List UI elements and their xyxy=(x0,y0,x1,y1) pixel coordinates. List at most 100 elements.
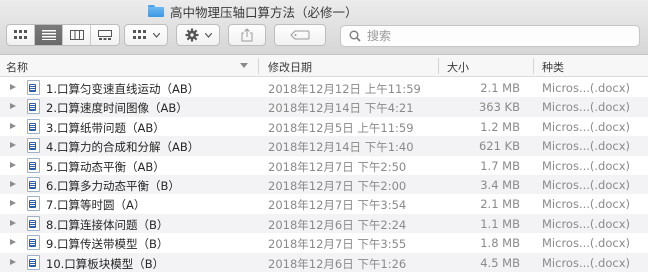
share-button[interactable] xyxy=(228,24,266,46)
disclosure-triangle-icon[interactable] xyxy=(10,142,16,149)
chevron-down-icon xyxy=(152,32,160,38)
column-date-header[interactable]: 修改日期 xyxy=(268,59,312,75)
file-row[interactable]: 4.口算力的合成和分解（AB） 2018年12月14日 下午1:40 621 K… xyxy=(0,136,648,156)
file-kind: Micros...(.docx) xyxy=(542,255,631,270)
column-size-header[interactable]: 大小 xyxy=(447,59,469,75)
file-size: 1.8 MB xyxy=(480,236,520,251)
column-header: 名称 修改日期 大小 种类 xyxy=(0,55,648,77)
view-mode-control[interactable] xyxy=(6,24,120,46)
file-size: 2.1 MB xyxy=(480,197,520,212)
disclosure-triangle-icon[interactable] xyxy=(10,258,16,265)
file-kind: Micros...(.docx) xyxy=(542,119,631,134)
title-bar: 高中物理压轴口算方法（必修一） xyxy=(0,0,648,22)
file-date: 2018年12月7日 下午2:00 xyxy=(268,178,407,193)
search-icon xyxy=(349,30,361,42)
file-date: 2018年12月7日 下午3:54 xyxy=(268,198,407,213)
file-name: 4.口算力的合成和分解（AB） xyxy=(46,140,200,155)
gallery-view-button[interactable] xyxy=(91,25,119,45)
file-size: 3.4 MB xyxy=(480,177,520,192)
file-size: 1.2 MB xyxy=(480,119,520,134)
word-document-icon xyxy=(27,157,40,173)
search-input[interactable] xyxy=(367,29,617,43)
chevron-down-icon xyxy=(204,32,212,38)
file-date: 2018年12月14日 下午4:21 xyxy=(268,101,414,116)
disclosure-triangle-icon[interactable] xyxy=(10,239,16,246)
disclosure-triangle-icon[interactable] xyxy=(10,84,16,90)
column-view-button[interactable] xyxy=(63,25,91,45)
file-size: 1.1 MB xyxy=(480,216,520,231)
tag-button[interactable] xyxy=(274,24,326,46)
disclosure-triangle-icon[interactable] xyxy=(10,180,16,187)
file-name: 2.口算速度时间图像（AB） xyxy=(46,101,188,116)
file-kind: Micros...(.docx) xyxy=(542,236,631,251)
icon-view-button[interactable] xyxy=(7,25,35,45)
disclosure-triangle-icon[interactable] xyxy=(10,161,16,168)
file-date: 2018年12月6日 下午2:24 xyxy=(268,217,407,232)
word-document-icon xyxy=(27,138,40,154)
column-view-icon xyxy=(69,30,84,40)
file-date: 2018年12月14日 下午1:40 xyxy=(268,140,414,155)
disclosure-triangle-icon[interactable] xyxy=(10,103,16,110)
word-document-icon xyxy=(27,118,40,134)
file-row[interactable]: 1.口算匀变速直线运动（AB） 2018年12月12日 上午11:59 2.1 … xyxy=(0,78,648,97)
file-name: 3.口算纸带问题（AB） xyxy=(46,120,165,135)
file-list: 1.口算匀变速直线运动（AB） 2018年12月12日 上午11:59 2.1 … xyxy=(0,78,648,272)
list-view-button[interactable] xyxy=(35,25,63,45)
folder-icon xyxy=(148,5,164,17)
file-name: 1.口算匀变速直线运动（AB） xyxy=(46,82,200,96)
window-title: 高中物理压轴口算方法（必修一） xyxy=(148,3,358,20)
file-size: 2.1 MB xyxy=(480,81,520,95)
file-row[interactable]: 6.口算多力动态平衡（B） 2018年12月7日 下午2:00 3.4 MB M… xyxy=(0,174,648,195)
file-row[interactable]: 5.口算动态平衡（AB） 2018年12月7日 下午2:50 1.7 MB Mi… xyxy=(0,156,648,175)
word-document-icon xyxy=(27,215,40,231)
file-row[interactable]: 7.口算等时圆（A） 2018年12月7日 下午3:54 2.1 MB Micr… xyxy=(0,194,648,213)
column-divider[interactable] xyxy=(533,58,534,74)
file-name: 7.口算等时圆（A） xyxy=(46,198,146,213)
file-name: 6.口算多力动态平衡（B） xyxy=(46,178,180,193)
file-kind: Micros...(.docx) xyxy=(542,197,631,212)
file-size: 621 KB xyxy=(478,139,520,154)
column-kind-header[interactable]: 种类 xyxy=(542,59,564,75)
search-field[interactable] xyxy=(340,25,640,47)
file-kind: Micros...(.docx) xyxy=(542,216,631,231)
file-kind: Micros...(.docx) xyxy=(542,139,631,154)
column-divider[interactable] xyxy=(258,58,259,74)
file-row[interactable]: 3.口算纸带问题（AB） 2018年12月5日 上午11:59 1.2 MB M… xyxy=(0,117,648,136)
disclosure-triangle-icon[interactable] xyxy=(10,219,16,226)
share-icon xyxy=(241,28,253,42)
file-row[interactable]: 10.口算板块模型（B） 2018年12月6日 下午1:26 4.5 MB Mi… xyxy=(0,252,648,272)
file-kind: Micros...(.docx) xyxy=(542,100,631,115)
file-name: 10.口算板块模型（B） xyxy=(46,256,165,271)
word-document-icon xyxy=(27,176,40,192)
file-size: 4.5 MB xyxy=(480,255,520,270)
toolbar xyxy=(0,22,648,55)
column-divider[interactable] xyxy=(438,58,439,74)
sort-descending-icon xyxy=(240,63,248,68)
gallery-view-icon xyxy=(98,30,112,40)
action-button[interactable] xyxy=(176,24,220,46)
group-grid-icon xyxy=(132,30,146,39)
file-date: 2018年12月7日 下午3:55 xyxy=(268,237,407,252)
arrange-button[interactable] xyxy=(124,24,168,46)
disclosure-triangle-icon[interactable] xyxy=(10,122,16,129)
tag-icon xyxy=(290,30,310,40)
file-date: 2018年12月7日 下午2:50 xyxy=(268,159,407,174)
file-date: 2018年12月12日 上午11:59 xyxy=(268,82,421,96)
file-kind: Micros...(.docx) xyxy=(542,158,631,173)
window-title-text: 高中物理压轴口算方法（必修一） xyxy=(170,4,358,20)
file-name: 9.口算传送带模型（B） xyxy=(46,237,169,252)
disclosure-triangle-icon[interactable] xyxy=(10,200,16,207)
file-row[interactable]: 2.口算速度时间图像（AB） 2018年12月14日 下午4:21 363 KB… xyxy=(0,97,648,117)
file-size: 1.7 MB xyxy=(480,158,520,173)
file-size: 363 KB xyxy=(478,100,520,115)
column-name-header[interactable]: 名称 xyxy=(6,59,28,75)
file-date: 2018年12月5日 上午11:59 xyxy=(268,120,414,135)
file-row[interactable]: 8.口算连接体问题（B） 2018年12月6日 下午2:24 1.1 MB Mi… xyxy=(0,213,648,234)
gear-icon xyxy=(185,28,198,42)
file-name: 8.口算连接体问题（B） xyxy=(46,217,169,232)
file-row[interactable]: 9.口算传送带模型（B） 2018年12月7日 下午3:55 1.8 MB Mi… xyxy=(0,233,648,252)
file-kind: Micros...(.docx) xyxy=(542,81,631,95)
word-document-icon xyxy=(27,254,40,270)
file-name: 5.口算动态平衡（AB） xyxy=(46,159,165,174)
word-document-icon xyxy=(27,80,40,95)
